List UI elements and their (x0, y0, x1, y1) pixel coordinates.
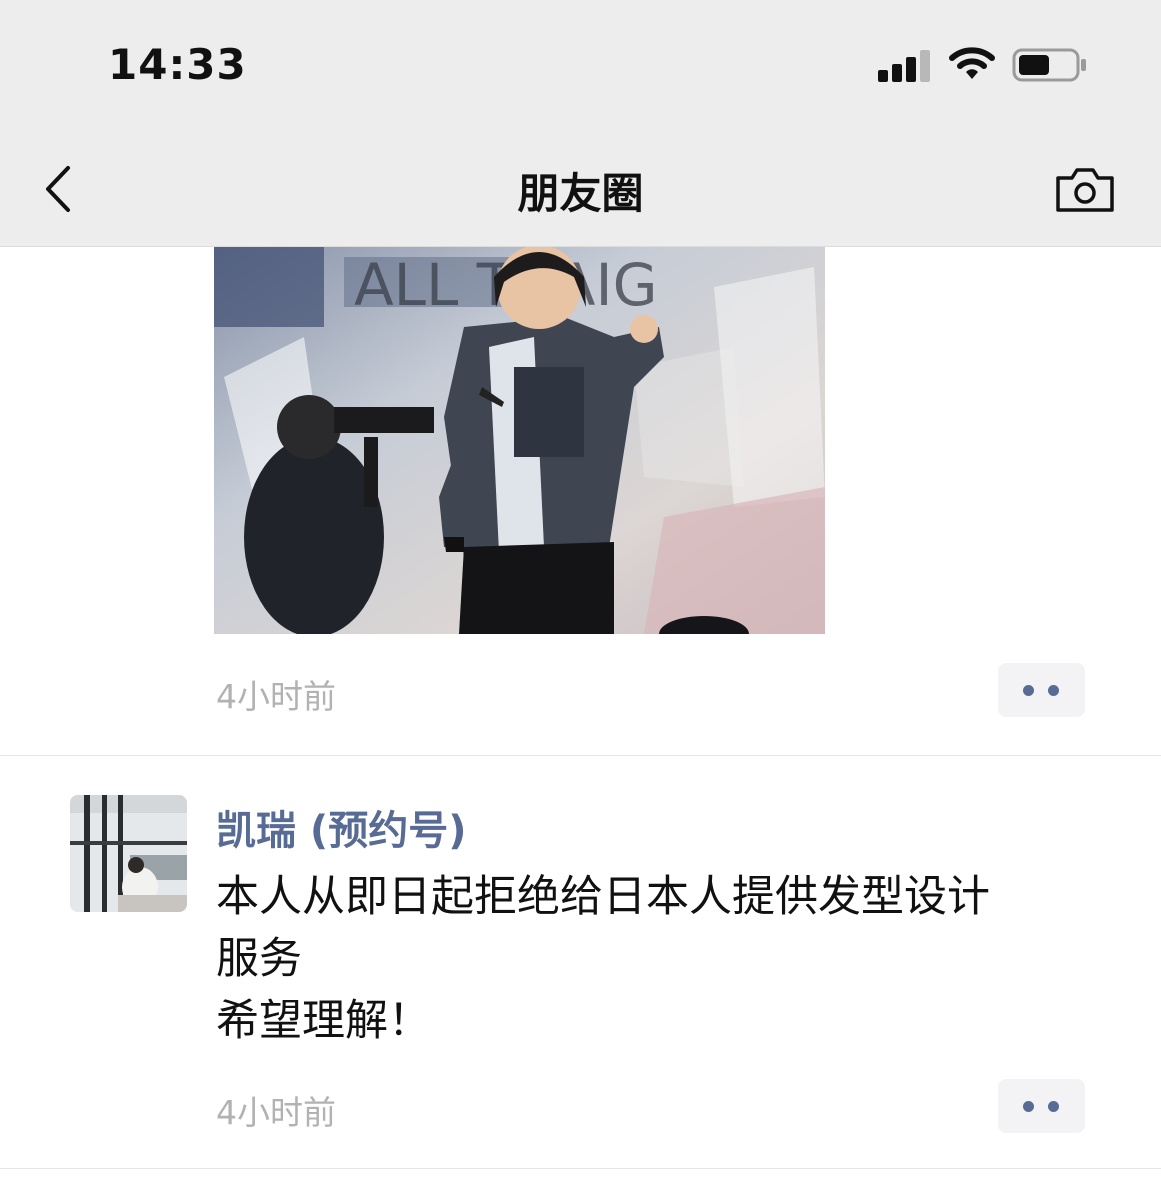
more-dot-icon (1023, 685, 1034, 696)
camera-icon[interactable] (1054, 164, 1116, 214)
post-username[interactable]: 凯瑞 (预约号) (216, 798, 467, 856)
post-divider (0, 755, 1161, 756)
status-time: 14:33 (108, 40, 247, 89)
post-divider (0, 1168, 1161, 1169)
post-more-button[interactable] (998, 663, 1085, 717)
post-text: 本人从即日起拒绝给日本人提供发型设计 服务 希望理解！ (216, 866, 1096, 1052)
wifi-icon (949, 47, 995, 79)
post-more-button[interactable] (998, 1079, 1085, 1133)
post-text-line: 希望理解！ (216, 996, 431, 1046)
post-timestamp: 4小时前 (216, 677, 336, 716)
avatar[interactable] (70, 795, 187, 912)
nav-bar: 朋友圈 (0, 130, 1161, 247)
post-text-line: 本人从即日起拒绝给日本人提供发型设计 (216, 872, 990, 922)
battery-icon (1012, 48, 1086, 82)
cellular-signal-icon (878, 46, 934, 82)
post-timestamp: 4小时前 (216, 1093, 336, 1132)
performer-photo-image: ALL THAIG (214, 247, 825, 634)
more-dot-icon (1048, 685, 1059, 696)
page-title: 朋友圈 (517, 169, 644, 218)
more-dot-icon (1048, 1101, 1059, 1112)
status-bar: 14:33 (0, 0, 1161, 130)
avatar-image (70, 795, 187, 912)
post-photo[interactable]: ALL THAIG (214, 247, 825, 634)
more-dot-icon (1023, 1101, 1034, 1112)
post-text-line: 服务 (216, 934, 302, 984)
